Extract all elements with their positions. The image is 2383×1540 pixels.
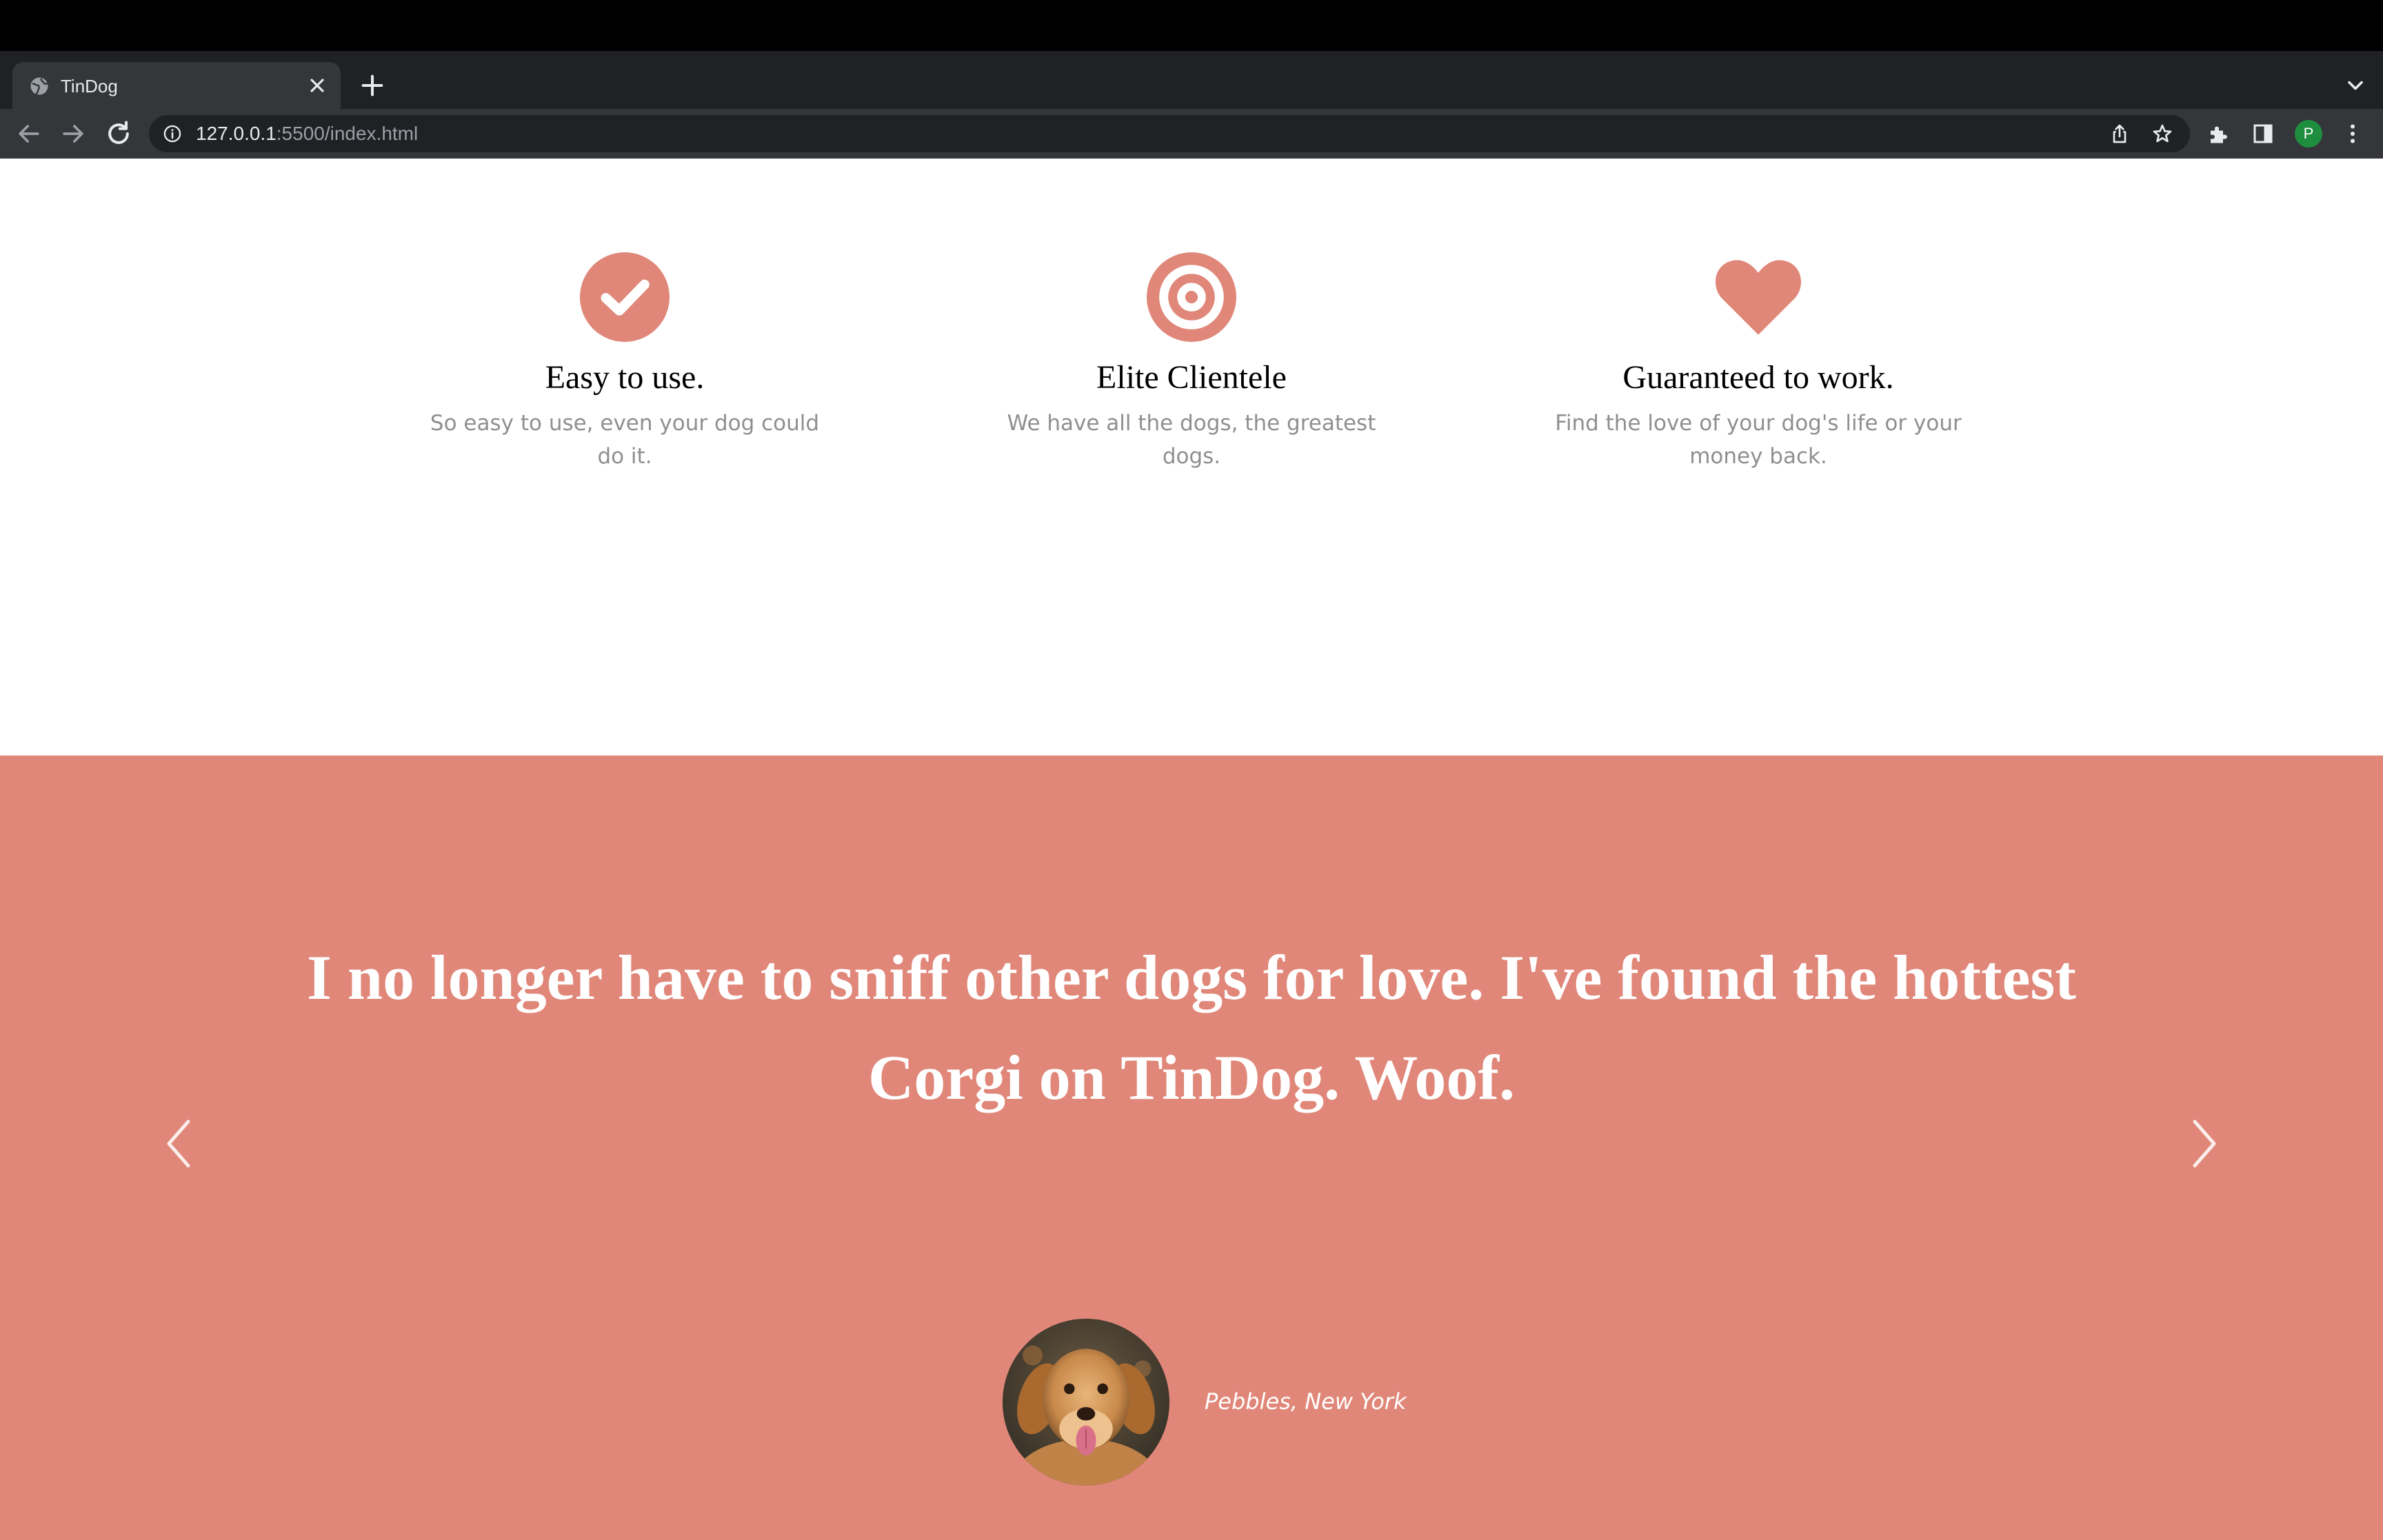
tab-tindog[interactable]: TinDog [12,62,341,109]
testimonial-carousel: I no longer have to sniff other dogs for… [0,756,2383,1540]
features-section: Easy to use. So easy to use, even your d… [0,159,2383,756]
feature-easy-to-use: Easy to use. So easy to use, even your d… [342,252,907,473]
heart-icon [1715,260,1802,335]
feature-guaranteed: Guaranteed to work. Find the love of you… [1476,252,2041,473]
globe-icon [30,77,48,95]
feature-text: So easy to use, even your dog could do i… [430,411,820,469]
profile-avatar[interactable]: P [2295,120,2322,148]
info-icon[interactable] [163,124,182,143]
feature-title: Guaranteed to work. [1622,359,1894,396]
feature-text: Find the love of your dog's life or your… [1555,411,1962,469]
page-viewport: Easy to use. So easy to use, even your d… [0,159,2383,1540]
carousel-next-icon[interactable] [2184,1116,2225,1171]
url-path: :5500/index.html [276,123,419,144]
chevron-down-icon[interactable] [2343,73,2368,98]
feature-title: Easy to use. [545,359,705,396]
url-host: 127.0.0.1 [196,123,276,144]
new-tab-icon[interactable] [359,72,386,99]
tab-title: TinDog [61,76,118,97]
url-text[interactable]: 127.0.0.1:5500/index.html [196,122,418,145]
close-tab-icon[interactable] [306,74,328,97]
feature-text: We have all the dogs, the greatest dogs. [1007,411,1376,469]
tab-strip: TinDog [0,51,2383,109]
check-circle-icon [580,252,670,342]
reload-icon[interactable] [103,119,134,149]
more-menu-icon[interactable] [2340,121,2365,146]
carousel-prev-icon[interactable] [158,1116,199,1171]
feature-title: Elite Clientele [1096,359,1287,396]
back-arrow-icon[interactable] [14,119,44,149]
testimonial-author: Pebbles, New York [1205,1388,1407,1415]
dog-avatar [1003,1319,1169,1486]
star-icon[interactable] [2151,123,2173,145]
share-icon[interactable] [2109,123,2131,145]
forward-arrow-icon[interactable] [58,119,88,149]
extensions-icon[interactable] [2206,121,2231,146]
bullseye-icon [1147,252,1236,342]
window-top-bar [0,0,2383,51]
testimonial-quote: I no longer have to sniff other dogs for… [307,942,2076,1113]
side-panel-icon[interactable] [2251,121,2275,146]
feature-elite-clientele: Elite Clientele We have all the dogs, th… [909,252,1474,473]
browser-toolbar: 127.0.0.1:5500/index.html [0,109,2383,159]
address-bar[interactable]: 127.0.0.1:5500/index.html [149,115,2190,152]
golden-retriever-image [1003,1319,1169,1486]
